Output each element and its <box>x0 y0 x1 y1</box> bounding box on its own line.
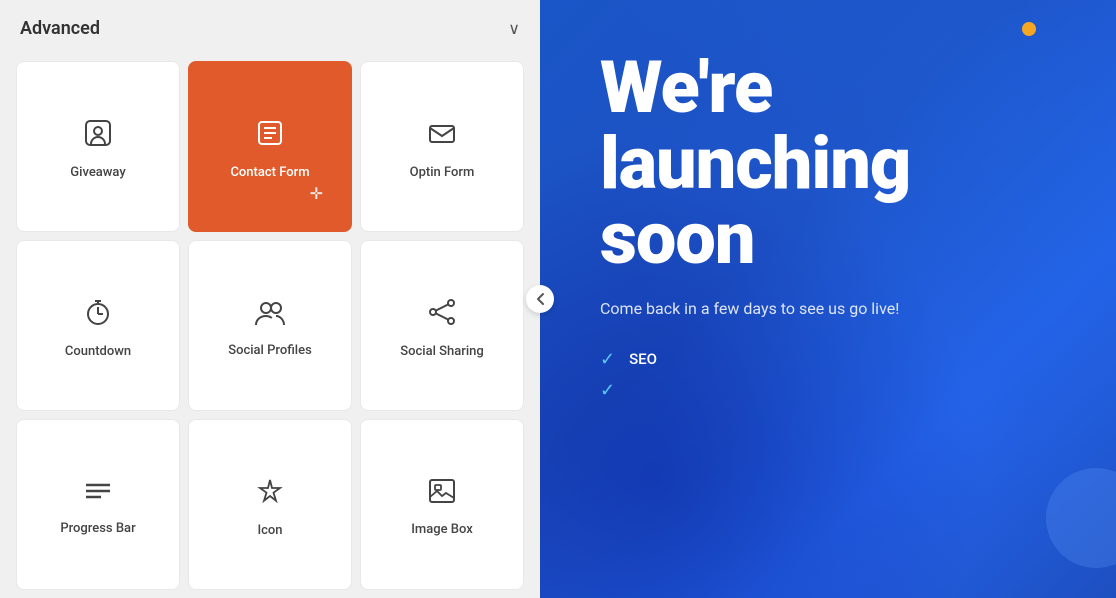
progress-bar-icon <box>83 478 113 509</box>
widget-grid: Giveaway Contact Form ✛ Optin <box>0 53 540 598</box>
contact-form-label: Contact Form <box>230 165 309 180</box>
countdown-label: Countdown <box>65 344 131 359</box>
collapse-panel-button[interactable] <box>526 285 554 313</box>
chevron-down-icon[interactable]: ∨ <box>508 19 520 38</box>
feature-item-2: ✓ <box>600 380 1066 401</box>
contact-form-icon <box>255 118 285 153</box>
check-icon-seo: ✓ <box>600 349 615 370</box>
image-box-icon <box>427 477 457 510</box>
hero-title: We're launching soon <box>600 50 1066 277</box>
grid-item-icon[interactable]: Icon <box>188 419 352 590</box>
grid-item-contact-form[interactable]: Contact Form ✛ <box>188 61 352 232</box>
feature-seo-label: SEO <box>629 350 657 368</box>
feature-item-seo: ✓ SEO <box>600 349 1066 370</box>
blue-circle-decoration <box>1046 468 1116 568</box>
giveaway-label: Giveaway <box>70 165 125 180</box>
optin-form-label: Optin Form <box>410 165 475 180</box>
right-panel: We're launching soon Come back in a few … <box>540 0 1116 598</box>
optin-form-icon <box>427 118 457 153</box>
countdown-icon <box>83 297 113 332</box>
social-profiles-icon <box>254 298 286 331</box>
grid-item-progress-bar[interactable]: Progress Bar <box>16 419 180 590</box>
grid-item-optin-form[interactable]: Optin Form <box>360 61 524 232</box>
giveaway-icon <box>83 118 113 153</box>
icon-widget-label: Icon <box>257 523 282 538</box>
check-icon-2: ✓ <box>600 380 615 401</box>
panel-title: Advanced <box>20 18 100 39</box>
grid-item-image-box[interactable]: Image Box <box>360 419 524 590</box>
panel-header: Advanced ∨ <box>0 0 540 53</box>
icon-widget-icon <box>255 476 285 511</box>
social-sharing-icon <box>427 297 457 332</box>
hero-subtitle: Come back in a few days to see us go liv… <box>600 297 980 321</box>
move-cursor-icon: ✛ <box>310 184 323 203</box>
progress-bar-label: Progress Bar <box>60 521 135 536</box>
grid-item-countdown[interactable]: Countdown <box>16 240 180 411</box>
social-profiles-label: Social Profiles <box>228 343 312 358</box>
image-box-label: Image Box <box>411 522 473 537</box>
feature-list: ✓ SEO ✓ <box>600 349 1066 401</box>
social-sharing-label: Social Sharing <box>400 344 484 359</box>
grid-item-giveaway[interactable]: Giveaway <box>16 61 180 232</box>
left-panel: Advanced ∨ Giveaway <box>0 0 540 598</box>
grid-item-social-sharing[interactable]: Social Sharing <box>360 240 524 411</box>
grid-item-social-profiles[interactable]: Social Profiles <box>188 240 352 411</box>
orange-dot <box>1022 22 1036 36</box>
